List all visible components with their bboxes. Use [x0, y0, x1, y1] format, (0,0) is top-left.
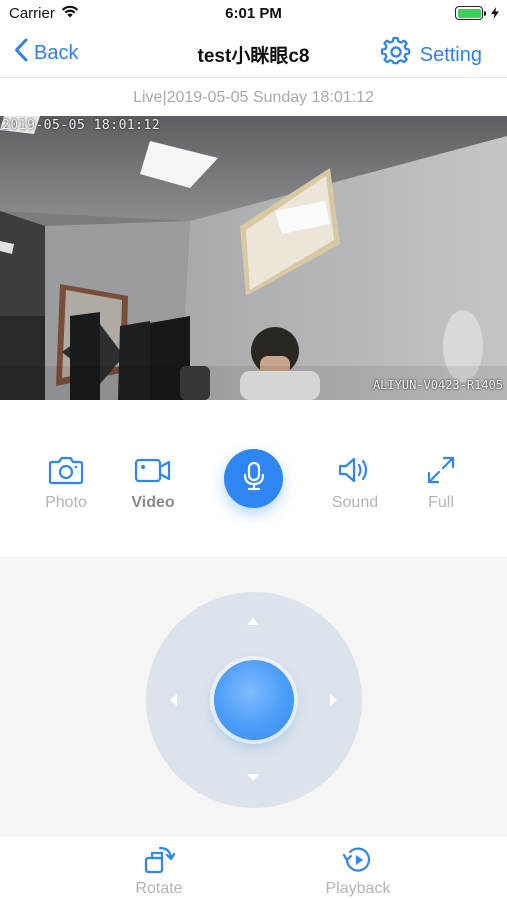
- sound-label: Sound: [331, 494, 379, 511]
- ptz-direction-pad[interactable]: [146, 592, 362, 808]
- video-frame-image: [0, 116, 507, 400]
- expand-icon: [401, 450, 481, 490]
- rotate-label: Rotate: [135, 880, 183, 897]
- navigation-bar: Back test小眯眼c8 Setting: [0, 28, 507, 78]
- playback-icon: [308, 843, 408, 877]
- gear-icon: [380, 36, 411, 73]
- video-osd-device-id: ALIYUN-V0423-R1405: [372, 378, 503, 392]
- live-video-feed[interactable]: 2019-05-05 18:01:12 ALIYUN-V0423-R1405: [0, 116, 507, 400]
- video-camera-icon: [113, 450, 193, 490]
- fullscreen-button[interactable]: Full: [401, 450, 481, 512]
- video-osd-timestamp: 2019-05-05 18:01:12: [2, 118, 161, 133]
- video-record-button[interactable]: Video: [113, 450, 193, 512]
- ptz-control-panel: [0, 557, 507, 837]
- status-bar: Carrier 6:01 PM: [0, 0, 507, 28]
- pan-right-arrow-icon[interactable]: [330, 694, 337, 706]
- back-label: Back: [34, 41, 79, 64]
- live-status-text: Live|2019-05-05 Sunday 18:01:12: [133, 89, 374, 106]
- photo-label: Photo: [45, 494, 87, 511]
- pan-up-arrow-icon[interactable]: [247, 618, 259, 625]
- chevron-left-icon: [14, 38, 28, 68]
- pan-down-arrow-icon[interactable]: [247, 774, 259, 781]
- video-label: Video: [131, 494, 175, 511]
- speaker-icon: [315, 450, 395, 490]
- photo-button[interactable]: Photo: [26, 450, 106, 512]
- status-time: 6:01 PM: [225, 5, 282, 22]
- rotate-icon: [109, 843, 209, 877]
- rotate-button[interactable]: Rotate: [109, 843, 209, 898]
- full-label: Full: [428, 494, 454, 511]
- playback-label: Playback: [325, 880, 391, 897]
- ptz-joystick-knob[interactable]: [214, 660, 294, 740]
- control-toolbar: Photo Video Sound Full: [0, 400, 507, 557]
- back-button[interactable]: Back: [14, 38, 78, 68]
- pan-left-arrow-icon[interactable]: [170, 694, 177, 706]
- playback-button[interactable]: Playback: [308, 843, 408, 898]
- sound-button[interactable]: Sound: [315, 450, 395, 512]
- talk-microphone-button[interactable]: [224, 449, 283, 508]
- setting-button[interactable]: Setting: [380, 36, 482, 73]
- setting-label: Setting: [419, 43, 482, 66]
- battery-icon: [455, 6, 499, 20]
- camera-icon: [26, 450, 106, 490]
- microphone-icon: [243, 461, 265, 496]
- bottom-toolbar: Rotate Playback: [0, 837, 507, 900]
